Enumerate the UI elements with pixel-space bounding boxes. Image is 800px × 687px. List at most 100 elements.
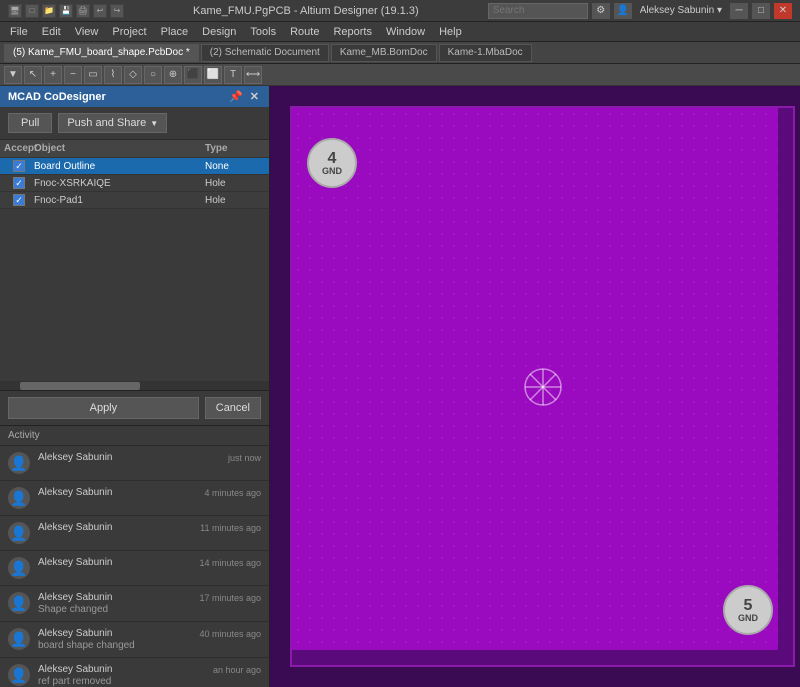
activity-header: Aleksey Sabunin just now [38,452,261,463]
tool-circle[interactable]: ○ [144,66,162,84]
table-row[interactable]: ✓ Board Outline None [0,158,269,175]
maximize-btn[interactable]: □ [752,3,770,19]
activity-content: Aleksey Sabunin 40 minutes ago board sha… [38,628,261,651]
activity-content: Aleksey Sabunin an hour ago ref part rem… [38,664,261,687]
activity-header: Aleksey Sabunin 40 minutes ago [38,628,261,639]
gnd-bottom-label: GND [738,614,758,623]
tool-minus[interactable]: − [64,66,82,84]
tab-bom[interactable]: Kame_MB.BomDoc [331,44,437,62]
list-item: 👤 Aleksey Sabunin 14 minutes ago [0,551,269,586]
menu-reports[interactable]: Reports [327,24,378,40]
menu-project[interactable]: Project [106,24,152,40]
username-label: Aleksey Sabunin ▾ [636,5,726,16]
col-accept: Accept [4,143,34,154]
row0-check-cell: ✓ [4,160,34,172]
menu-view[interactable]: View [69,24,105,40]
panel-close-icon[interactable]: ✕ [248,90,261,103]
app-icon: 🖥 [8,4,22,18]
table-row[interactable]: ✓ Fnoc-XSRKAIQE Hole [0,175,269,192]
row1-object: Fnoc-XSRKAIQE [34,178,205,189]
tool-filter[interactable]: ▼ [4,66,22,84]
window-title: Kame_FMU.PgPCB - Altium Designer (19.1.3… [124,5,488,17]
activity-desc: Shape changed [38,604,261,615]
tool-meas[interactable]: ⟷ [244,66,262,84]
activity-user: Aleksey Sabunin [38,452,113,463]
menu-help[interactable]: Help [433,24,468,40]
panel-pin-icon[interactable]: 📌 [227,90,245,103]
title-bar-left: 🖥 □ 📁 💾 🖨 ↩ ↪ [8,4,124,18]
activity-header: Aleksey Sabunin 17 minutes ago [38,592,261,603]
activity-user: Aleksey Sabunin [38,522,113,533]
table-header: Accept Object Type [0,140,269,158]
pull-button[interactable]: Pull [8,113,52,133]
close-btn[interactable]: ✕ [774,3,792,19]
menu-place[interactable]: Place [155,24,195,40]
activity-time: 14 minutes ago [199,558,261,568]
activity-desc: ref part removed [38,676,261,687]
tab-schematic[interactable]: (2) Schematic Document [201,44,329,62]
push-share-button[interactable]: Push and Share ▼ [58,113,167,133]
open-icon[interactable]: 📁 [42,4,56,18]
row2-type: Hole [205,195,265,206]
canvas-area[interactable]: 4 GND 5 GND [270,86,800,687]
undo-icon[interactable]: ↩ [93,4,107,18]
panel-title-icons: 📌 ✕ [227,90,261,103]
new-icon[interactable]: □ [25,4,39,18]
print-icon[interactable]: 🖨 [76,4,90,18]
row1-checkbox[interactable]: ✓ [13,177,25,189]
avatar: 👤 [8,452,30,474]
row0-type: None [205,161,265,172]
user-btn[interactable]: 👤 [614,3,632,19]
row2-object: Fnoc-Pad1 [34,195,205,206]
apply-button[interactable]: Apply [8,397,199,419]
menu-file[interactable]: File [4,24,34,40]
menu-window[interactable]: Window [380,24,431,40]
save-icon[interactable]: 💾 [59,4,73,18]
activity-header: Aleksey Sabunin an hour ago [38,664,261,675]
list-item: 👤 Aleksey Sabunin 17 minutes ago Shape c… [0,586,269,622]
menu-tools[interactable]: Tools [244,24,282,40]
list-item: 👤 Aleksey Sabunin an hour ago ref part r… [0,658,269,687]
panel-title: MCAD CoDesigner [8,91,106,103]
cancel-button[interactable]: Cancel [205,397,261,419]
tabs-bar: (5) Kame_FMU_board_shape.PcbDoc * (2) Sc… [0,42,800,64]
menu-bar: File Edit View Project Place Design Tool… [0,22,800,42]
menu-route[interactable]: Route [284,24,325,40]
table-scrollbar[interactable] [0,381,269,391]
title-bar-right: ⚙ 👤 Aleksey Sabunin ▾ ─ □ ✕ [488,3,792,19]
settings-btn[interactable]: ⚙ [592,3,610,19]
tool-comp[interactable]: ⬛ [184,66,202,84]
title-bar-icons: 🖥 □ 📁 💾 🖨 ↩ ↪ [8,4,124,18]
panel-title-bar: MCAD CoDesigner 📌 ✕ [0,86,269,107]
row2-checkbox[interactable]: ✓ [13,194,25,206]
gnd-circle-top: 4 GND [307,138,357,188]
tool-box[interactable]: ▭ [84,66,102,84]
minimize-btn[interactable]: ─ [730,3,748,19]
menu-design[interactable]: Design [196,24,242,40]
list-item: 👤 Aleksey Sabunin 40 minutes ago board s… [0,622,269,658]
activity-header: Aleksey Sabunin 4 minutes ago [38,487,261,498]
tab-mba[interactable]: Kame-1.MbaDoc [439,44,532,62]
tool-text[interactable]: T [224,66,242,84]
list-item: 👤 Aleksey Sabunin 11 minutes ago [0,516,269,551]
tool-add[interactable]: + [44,66,62,84]
tab-pcb[interactable]: (5) Kame_FMU_board_shape.PcbDoc * [4,44,199,62]
activity-user: Aleksey Sabunin [38,664,113,675]
redo-icon[interactable]: ↪ [110,4,124,18]
global-search[interactable] [488,3,588,19]
tool-poly[interactable]: ◇ [124,66,142,84]
row0-checkbox[interactable]: ✓ [13,160,25,172]
tool-route[interactable]: ⬜ [204,66,222,84]
tool-wire[interactable]: ⌇ [104,66,122,84]
table-row[interactable]: ✓ Fnoc-Pad1 Hole [0,192,269,209]
avatar: 👤 [8,628,30,650]
activity-time: 4 minutes ago [204,488,261,498]
tool-target[interactable]: ⊕ [164,66,182,84]
tool-select[interactable]: ↖ [24,66,42,84]
menu-edit[interactable]: Edit [36,24,67,40]
activity-content: Aleksey Sabunin just now [38,452,261,463]
activity-header: Aleksey Sabunin 14 minutes ago [38,557,261,568]
scrollbar-thumb[interactable] [20,382,140,390]
gnd-top-num: 4 [328,151,337,167]
pcb-canvas[interactable]: 4 GND 5 GND [290,106,795,667]
